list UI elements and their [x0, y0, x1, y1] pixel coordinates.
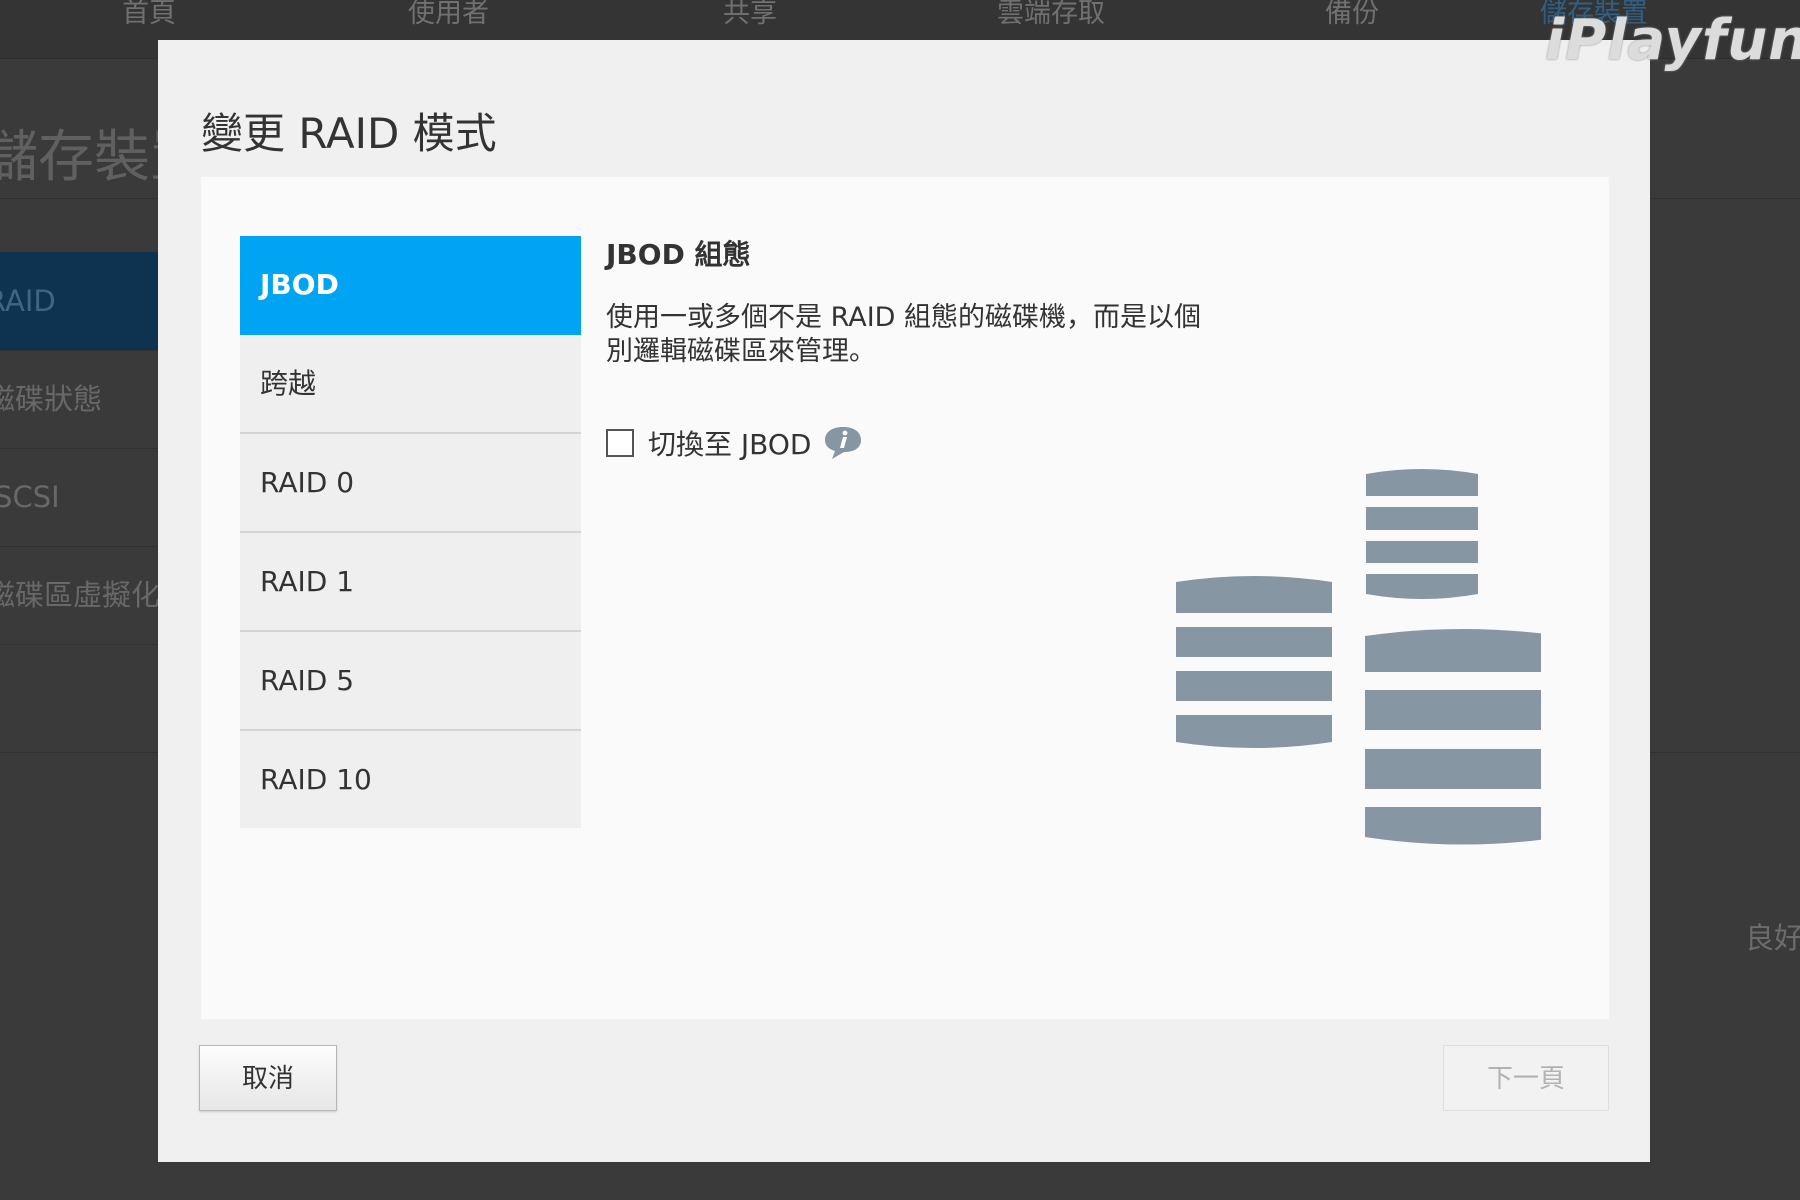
disk-stack-medium-icon — [1176, 576, 1332, 748]
dialog-content-panel: JBOD 跨越 RAID 0 RAID 1 RAID 5 RAID 10 JBO… — [201, 177, 1609, 1019]
nav-item-home: 首頁 — [122, 0, 176, 29]
next-button[interactable]: 下一頁 — [1443, 1045, 1609, 1111]
nav-item-users: 使用者 — [408, 0, 489, 29]
jbod-disks-illustration — [1176, 469, 1541, 845]
mode-item-raid-0[interactable]: RAID 0 — [240, 434, 581, 533]
mode-detail-heading: JBOD 組態 — [606, 238, 751, 271]
disk-stack-small-icon — [1366, 469, 1478, 599]
change-raid-mode-dialog: 變更 RAID 模式 JBOD 跨越 RAID 0 RAID 1 RAID 5 … — [158, 40, 1650, 1162]
nav-item-backup: 備份 — [1325, 0, 1379, 29]
info-bubble-icon[interactable] — [823, 425, 863, 461]
switch-to-jbod-row: 切換至 JBOD — [606, 423, 863, 463]
mode-item-raid-1[interactable]: RAID 1 — [240, 533, 581, 632]
switch-to-jbod-checkbox[interactable] — [606, 429, 634, 457]
switch-to-jbod-label: 切換至 JBOD — [648, 428, 812, 461]
disk-stack-large-icon — [1365, 629, 1541, 845]
nav-item-cloud-access: 雲端存取 — [997, 0, 1105, 29]
cancel-button[interactable]: 取消 — [199, 1045, 337, 1111]
mode-item-raid-5[interactable]: RAID 5 — [240, 632, 581, 731]
dialog-title: 變更 RAID 模式 — [201, 109, 497, 158]
mode-detail: JBOD 組態 使用一或多個不是 RAID 組態的磁碟機，而是以個別邏輯磁碟區來… — [606, 233, 1226, 461]
mode-item-jbod[interactable]: JBOD — [240, 236, 581, 335]
mode-item-spanning[interactable]: 跨越 — [240, 335, 581, 434]
raid-mode-list: JBOD 跨越 RAID 0 RAID 1 RAID 5 RAID 10 — [240, 236, 581, 828]
background-status-text: 良好 — [1745, 921, 1800, 955]
mode-detail-description: 使用一或多個不是 RAID 組態的磁碟機，而是以個別邏輯磁碟區來管理。 — [606, 302, 1202, 367]
mode-item-raid-10[interactable]: RAID 10 — [240, 731, 581, 828]
watermark-logo: iPlayfun — [1545, 8, 1800, 73]
nav-item-shares: 共享 — [723, 0, 777, 29]
